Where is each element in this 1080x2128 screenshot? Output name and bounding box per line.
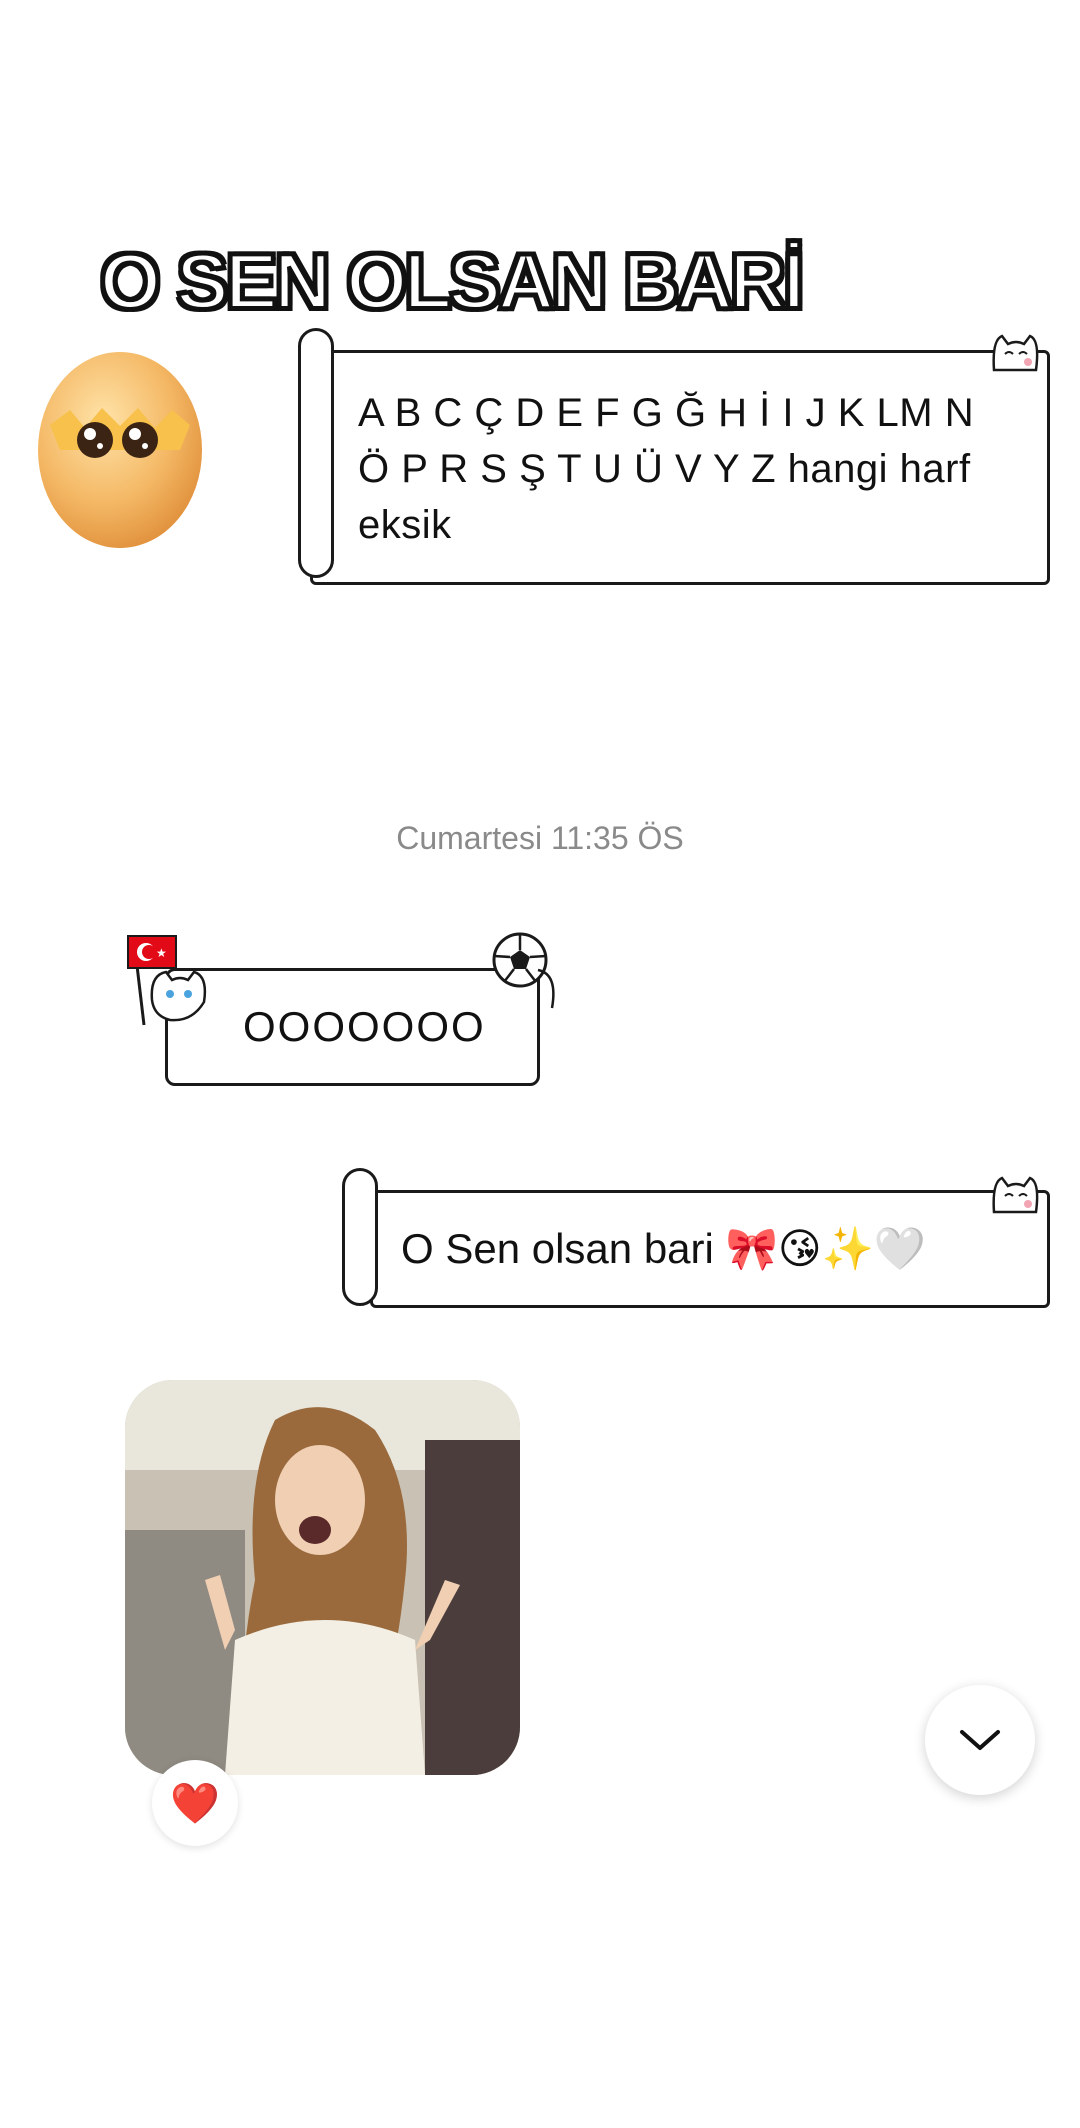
scroll-curl-decoration (342, 1168, 378, 1306)
cat-sticker-icon (990, 1172, 1040, 1223)
photo-message[interactable] (125, 1380, 520, 1775)
turkey-flag-icon: ★ (122, 930, 222, 1035)
svg-text:★: ★ (156, 946, 167, 960)
scroll-to-bottom-button[interactable] (925, 1685, 1035, 1795)
incoming-message-bubble[interactable]: A B C Ç D E F G Ğ H İ I J K LM N Ö P R S… (310, 350, 1050, 585)
outgoing-message-bubble[interactable]: O Sen olsan bari 🎀😘✨🤍 (370, 1190, 1050, 1308)
message-emojis: 🎀😘✨🤍 (725, 1224, 927, 1273)
heart-reaction-emoji: ❤️ (170, 1780, 220, 1827)
heart-reaction[interactable]: ❤️ (152, 1760, 238, 1846)
timestamp: Cumartesi 11:35 ÖS (396, 820, 684, 856)
scroll-curl-decoration (298, 328, 334, 578)
chevron-down-icon (960, 1730, 1000, 1750)
message-text: OOOOOOO (243, 1003, 486, 1050)
message-text: O Sen olsan bari 🎀😘✨🤍 (401, 1221, 926, 1277)
egg-avatar-icon[interactable] (30, 330, 210, 550)
message-text: A B C Ç D E F G Ğ H İ I J K LM N Ö P R S… (358, 391, 975, 547)
message-body: O Sen olsan bari (401, 1225, 714, 1272)
cat-sticker-icon (990, 330, 1040, 381)
soccer-ball-icon (490, 930, 570, 1015)
video-caption: O SEN OLSAN BARİ (98, 237, 807, 325)
